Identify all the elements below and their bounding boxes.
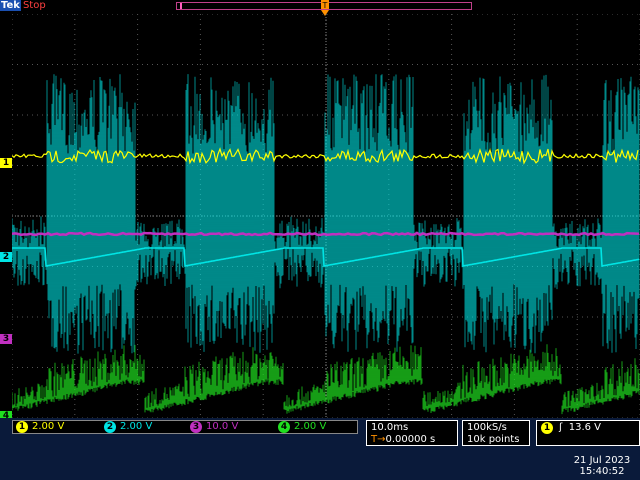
ch3-ground-marker[interactable]: 3 (0, 334, 12, 344)
rising-edge-icon: ʃ (559, 422, 563, 433)
time: 15:40:52 (579, 466, 625, 477)
ch2-ground-marker[interactable]: 2 (0, 252, 12, 262)
acquisition-readout[interactable]: 100kS/s 10k points (462, 420, 530, 446)
brand-logo: Tek (0, 0, 21, 11)
record-length: 10k points (467, 434, 520, 445)
brand: Tek Stop (0, 0, 46, 12)
time-per-div: 10.0ms (371, 422, 409, 433)
ch3-trace (12, 231, 640, 237)
ch1-readout[interactable]: 1 2.00 V (16, 420, 64, 434)
status-bar: Tek Stop T (0, 0, 640, 16)
delay-icon: T→ (371, 434, 386, 445)
record-view-marker (180, 3, 182, 9)
ch4-readout[interactable]: 4 2.00 V (278, 420, 326, 434)
ch1-ground-marker[interactable]: 1 (0, 158, 12, 168)
ch3-readout[interactable]: 3 10.0 V (190, 420, 238, 434)
svg-text:T: T (322, 1, 328, 10)
ch2-readout[interactable]: 2 2.00 V (104, 420, 152, 434)
date-time: 21 Jul 2023 15:40:52 (566, 455, 638, 477)
readout-panel: 1 2.00 V 2 2.00 V 3 10.0 V 4 2.00 V 10.0ms T… (0, 418, 640, 480)
delay-value: 0.00000 s (385, 434, 436, 445)
trigger-readout[interactable]: 1ʃ 13.6 V (536, 420, 640, 446)
trigger-source: 1 (541, 422, 553, 434)
date: 21 Jul 2023 (573, 455, 631, 466)
sample-rate: 100kS/s (467, 422, 507, 433)
run-state[interactable]: Stop (23, 0, 46, 11)
horizontal-readout[interactable]: 10.0ms T→0.00000 s (366, 420, 458, 446)
waveform-display[interactable] (12, 14, 640, 418)
trigger-level: 13.6 V (568, 422, 602, 433)
